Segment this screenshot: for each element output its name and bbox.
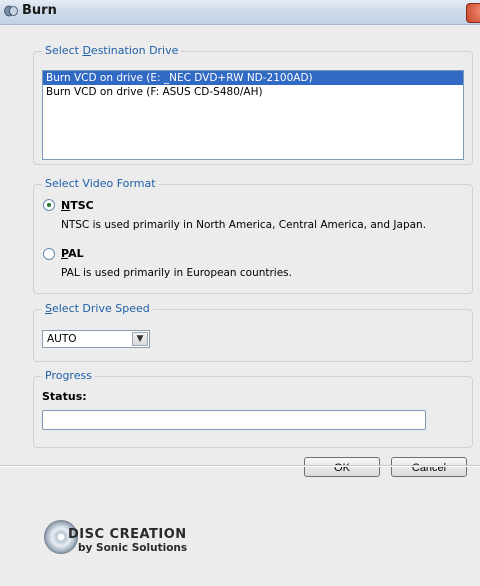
progress-group: Progress Status: (33, 369, 473, 448)
drive-speed-select[interactable]: AUTO ▼ (42, 330, 150, 348)
drive-option-f[interactable]: Burn VCD on drive (F: ASUS CD-S480/AH) (43, 85, 463, 99)
cancel-button[interactable]: Cancel (391, 457, 467, 477)
drive-list[interactable]: Burn VCD on drive (E: _NEC DVD+RW ND-210… (42, 70, 464, 160)
drive-speed-group: Select Drive Speed AUTO ▼ (33, 302, 473, 362)
burn-dialog: Burn Select Destination Drive Burn VCD o… (0, 0, 480, 586)
ok-button[interactable]: OK (304, 457, 380, 477)
ntsc-description: NTSC is used primarily in North America,… (61, 219, 427, 231)
drive-speed-legend: Select Drive Speed (42, 302, 153, 315)
progress-legend: Progress (42, 369, 95, 382)
drive-option-e[interactable]: Burn VCD on drive (E: _NEC DVD+RW ND-210… (43, 71, 463, 85)
footer-divider (0, 465, 480, 467)
pal-label[interactable]: PAL (61, 247, 84, 260)
video-format-legend: Select Video Format (42, 177, 159, 190)
chevron-down-icon[interactable]: ▼ (132, 332, 148, 346)
brand-line-2: by Sonic Solutions (78, 542, 188, 554)
destination-drive-group: Select Destination Drive Burn VCD on dri… (33, 44, 473, 165)
title-bar[interactable]: Burn (0, 0, 480, 25)
video-format-group: Select Video Format NTSC NTSC is used pr… (33, 177, 473, 294)
brand-line-1: DISC CREATION (68, 527, 187, 542)
status-label: Status: (42, 390, 87, 403)
drive-speed-value: AUTO (47, 333, 77, 345)
pal-radio[interactable] (43, 248, 55, 260)
pal-description: PAL is used primarily in European countr… (61, 267, 292, 279)
window-title: Burn (22, 3, 57, 18)
destination-drive-legend: Select Destination Drive (42, 44, 182, 57)
burn-app-icon (4, 5, 18, 17)
radio-selected-dot (47, 203, 51, 207)
close-button[interactable] (466, 3, 480, 23)
dialog-body: Select Destination Drive Burn VCD on dri… (0, 25, 480, 586)
status-field (42, 410, 426, 430)
ntsc-radio[interactable] (43, 199, 55, 211)
ntsc-label[interactable]: NTSC (61, 199, 94, 212)
